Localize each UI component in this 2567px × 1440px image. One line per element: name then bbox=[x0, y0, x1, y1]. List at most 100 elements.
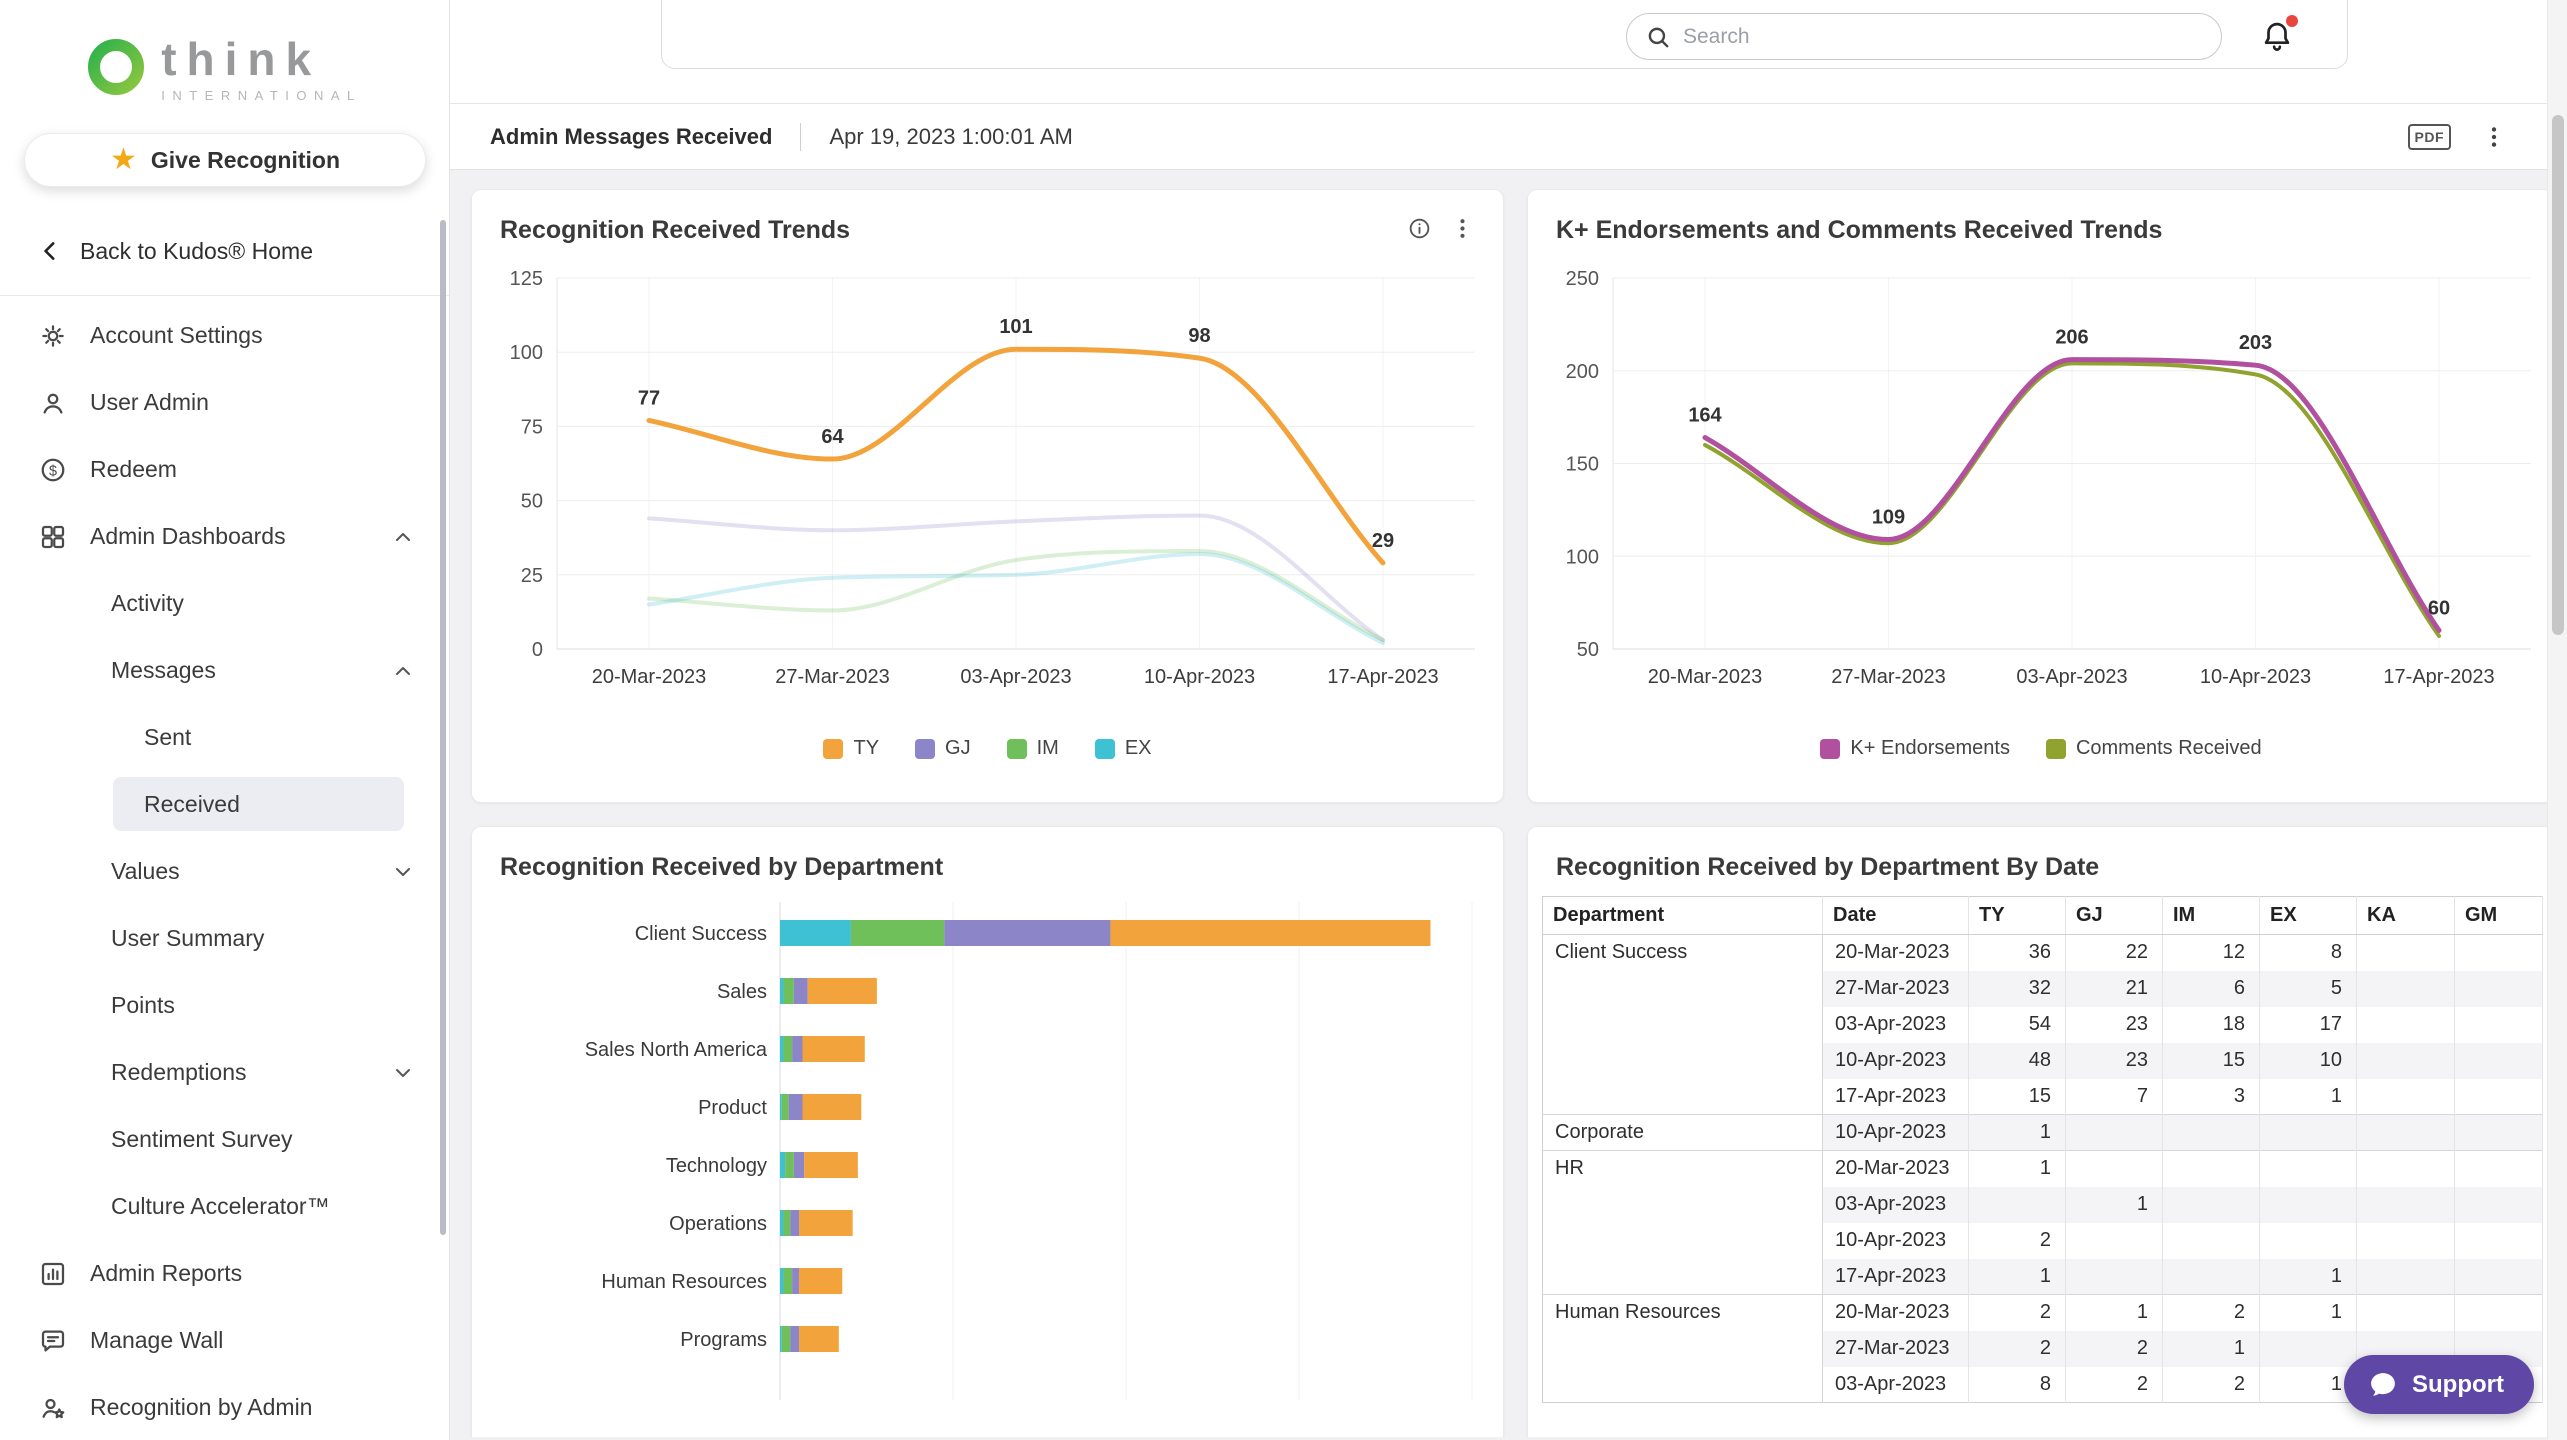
user-icon bbox=[38, 388, 68, 418]
table-row: Human Resources 20-Mar-2023 2 1 2 1 bbox=[1542, 1294, 2543, 1403]
svg-text:75: 75 bbox=[521, 416, 543, 438]
svg-text:17-Apr-2023: 17-Apr-2023 bbox=[1327, 666, 1438, 688]
back-home-link[interactable]: Back to Kudos® Home bbox=[0, 225, 449, 277]
support-label: Support bbox=[2412, 1370, 2504, 1398]
sidebar-item-label: Admin Reports bbox=[90, 1260, 243, 1286]
table-header-department: Department bbox=[1542, 896, 1823, 935]
sidebar-item-label: Culture Accelerator™ bbox=[111, 1193, 330, 1219]
report-timestamp: Apr 19, 2023 1:00:01 AM bbox=[829, 123, 1073, 149]
support-button[interactable]: Support bbox=[2344, 1355, 2534, 1414]
department-bar-chart: Client Success Sales Sales North America Pr… bbox=[472, 888, 1503, 1408]
redeem-icon: $ bbox=[38, 455, 68, 485]
svg-text:Technology: Technology bbox=[666, 1155, 767, 1177]
svg-text:20-Mar-2023: 20-Mar-2023 bbox=[592, 666, 707, 688]
legend-swatch bbox=[1820, 738, 1841, 759]
sidebar-item-manage-wall[interactable]: Manage Wall bbox=[0, 1307, 449, 1374]
sidebar-item-user-summary[interactable]: User Summary bbox=[0, 905, 449, 972]
legend-item-ex[interactable]: EX bbox=[1094, 737, 1152, 760]
department-cell: Corporate bbox=[1542, 1114, 1823, 1151]
table-header-ka: KA bbox=[2356, 896, 2455, 935]
sidebar-item-user-admin[interactable]: User Admin bbox=[0, 369, 449, 436]
svg-text:203: 203 bbox=[2239, 332, 2272, 354]
card-title: Recognition Received Trends bbox=[500, 216, 851, 244]
sidebar-item-label: Values bbox=[111, 858, 180, 884]
recognition-trends-legend: TY GJ IM EX bbox=[472, 737, 1503, 760]
svg-text:10-Apr-2023: 10-Apr-2023 bbox=[2200, 666, 2311, 688]
brand-name: think bbox=[161, 33, 322, 85]
top-header bbox=[450, 0, 2567, 104]
svg-text:Sales: Sales bbox=[717, 981, 767, 1003]
legend-item-im[interactable]: IM bbox=[1006, 737, 1059, 760]
brand-logo-icon bbox=[87, 38, 145, 101]
svg-text:03-Apr-2023: 03-Apr-2023 bbox=[960, 666, 1071, 688]
sidebar-item-label: Admin Dashboards bbox=[90, 523, 286, 549]
recognition-admin-icon bbox=[38, 1393, 68, 1423]
sidebar-item-sent[interactable]: Sent bbox=[0, 704, 449, 771]
chevron-up-icon bbox=[391, 525, 415, 549]
sidebar-item-redemptions[interactable]: Redemptions bbox=[0, 1039, 449, 1106]
legend-item-gj[interactable]: GJ bbox=[915, 737, 971, 760]
legend-swatch bbox=[1006, 738, 1027, 759]
svg-text:Operations: Operations bbox=[669, 1213, 767, 1235]
scrollbar-thumb[interactable] bbox=[2552, 115, 2564, 635]
svg-text:77: 77 bbox=[638, 387, 660, 409]
sidebar-item-redeem[interactable]: $ Redeem bbox=[0, 436, 449, 503]
svg-text:50: 50 bbox=[521, 491, 543, 513]
legend-item-comments-received[interactable]: Comments Received bbox=[2045, 737, 2262, 760]
notifications-button[interactable] bbox=[2260, 15, 2300, 59]
svg-text:250: 250 bbox=[1566, 268, 1599, 290]
export-pdf-button[interactable]: PDF bbox=[2407, 123, 2451, 150]
department-date-table: Department Date TY GJ IM EX KA GM Client Success… bbox=[1542, 896, 2543, 1403]
sidebar-item-label: Points bbox=[111, 992, 175, 1018]
sidebar-scrollbar[interactable] bbox=[440, 220, 446, 1235]
legend-label: GJ bbox=[945, 737, 971, 759]
page-scrollbar[interactable] bbox=[2547, 0, 2567, 1440]
card-menu-icon[interactable] bbox=[1450, 216, 1475, 241]
sidebar-item-points[interactable]: Points bbox=[0, 972, 449, 1039]
sidebar-item-admin-dashboards[interactable]: Admin Dashboards bbox=[0, 503, 449, 570]
legend-label: Comments Received bbox=[2075, 737, 2262, 759]
department-cell: Human Resources bbox=[1542, 1294, 1823, 1403]
sidebar-item-label: Redeem bbox=[90, 456, 177, 482]
card-title: Recognition Received by Department By Da… bbox=[1556, 853, 2100, 881]
card-title: Recognition Received by Department bbox=[500, 853, 944, 881]
sidebar-item-values[interactable]: Values bbox=[0, 838, 449, 905]
sidebar-item-label: Redemptions bbox=[111, 1059, 247, 1085]
sidebar-item-sentiment-survey[interactable]: Sentiment Survey bbox=[0, 1106, 449, 1173]
svg-text:03-Apr-2023: 03-Apr-2023 bbox=[2016, 666, 2127, 688]
legend-swatch bbox=[823, 738, 844, 759]
card-title: K+ Endorsements and Comments Received Tr… bbox=[1556, 216, 2163, 244]
info-icon[interactable] bbox=[1407, 216, 1432, 241]
svg-text:101: 101 bbox=[999, 316, 1032, 338]
sidebar-item-account-settings[interactable]: Account Settings bbox=[0, 302, 449, 369]
main-content: Admin Messages Received Apr 19, 2023 1:0… bbox=[450, 0, 2567, 1440]
sidebar-item-messages[interactable]: Messages bbox=[0, 637, 449, 704]
table-header-im: IM bbox=[2162, 896, 2260, 935]
toolbar-menu-button[interactable] bbox=[2481, 124, 2507, 150]
chevron-up-icon bbox=[391, 659, 415, 683]
sidebar-item-admin-reports[interactable]: Admin Reports bbox=[0, 1240, 449, 1307]
sidebar-item-activity[interactable]: Activity bbox=[0, 570, 449, 637]
svg-text:60: 60 bbox=[2428, 597, 2450, 619]
sidebar-item-received[interactable]: Received bbox=[113, 777, 404, 831]
sidebar-item-recognition-by-admin[interactable]: Recognition by Admin bbox=[0, 1374, 449, 1440]
sidebar-item-label: Messages bbox=[111, 657, 216, 683]
table-header-ty: TY bbox=[1968, 896, 2066, 935]
sidebar: think INTERNATIONAL ★ Give Recognition B… bbox=[0, 0, 450, 1440]
kplus-trends-legend: K+ Endorsements Comments Received bbox=[1528, 737, 2554, 760]
search-input[interactable] bbox=[1683, 24, 2163, 49]
legend-item-k-endorsements[interactable]: K+ Endorsements bbox=[1820, 737, 2010, 760]
sidebar-item-label: Manage Wall bbox=[90, 1327, 224, 1353]
give-recognition-button[interactable]: ★ Give Recognition bbox=[24, 133, 426, 187]
sidebar-item-label: Received bbox=[144, 790, 240, 817]
toolbar-divider bbox=[800, 122, 802, 151]
svg-text:20-Mar-2023: 20-Mar-2023 bbox=[1648, 666, 1763, 688]
department-cell: HR bbox=[1542, 1150, 1823, 1295]
table-row: Client Success 20-Mar-2023 36 22 12 8 bbox=[1542, 934, 2543, 1115]
svg-text:10-Apr-2023: 10-Apr-2023 bbox=[1144, 666, 1255, 688]
sidebar-item-label: Account Settings bbox=[90, 322, 263, 348]
sidebar-item-culture-accelerator[interactable]: Culture Accelerator™ bbox=[0, 1173, 449, 1240]
search-box[interactable] bbox=[1626, 13, 2222, 60]
legend-item-ty[interactable]: TY bbox=[823, 737, 879, 760]
app-window: think INTERNATIONAL ★ Give Recognition B… bbox=[0, 0, 2567, 1440]
